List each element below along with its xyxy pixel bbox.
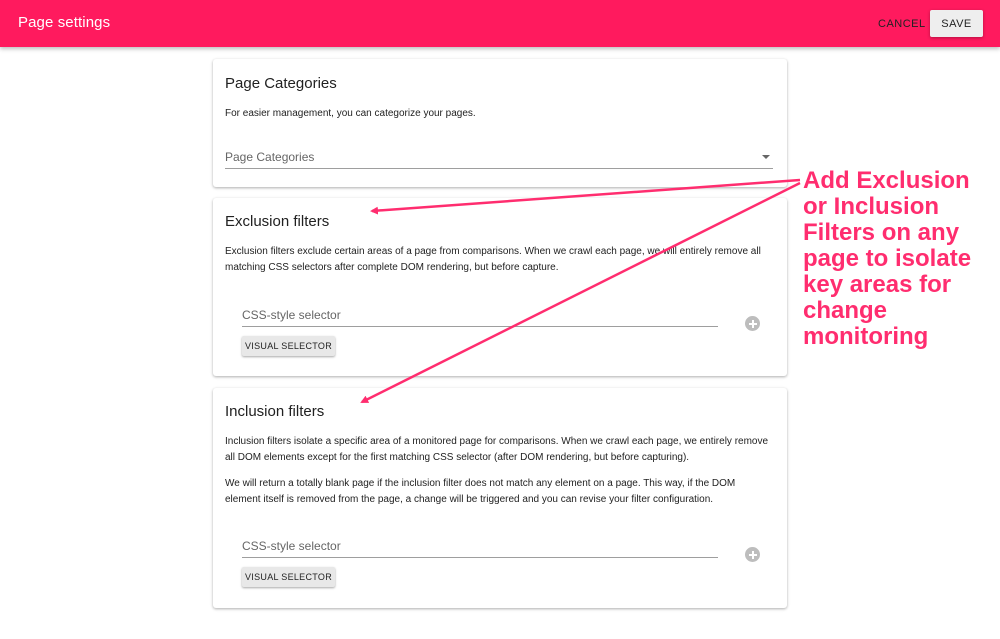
inclusion-visual-selector-button[interactable]: VISUAL SELECTOR [242, 567, 335, 587]
annotation-callout: Add Exclusion or Inclusion Filters on an… [803, 167, 972, 350]
exclusion-filters-title: Exclusion filters [225, 213, 330, 230]
inclusion-filters-description-2: We will return a totally blank page if t… [225, 478, 736, 505]
page-title: Page settings [18, 14, 111, 31]
inclusion-selector-input[interactable] [242, 534, 718, 558]
exclusion-filters-card: Exclusion filters Exclusion filters excl… [213, 198, 787, 376]
inclusion-filters-card: Inclusion filters Inclusion filters isol… [213, 388, 787, 608]
page-categories-select[interactable]: Page Categories [225, 147, 773, 169]
exclusion-visual-selector-button[interactable]: VISUAL SELECTOR [242, 336, 335, 356]
page-categories-card: Page Categories For easier management, y… [213, 59, 787, 187]
exclusion-filters-description: Exclusion filters exclude certain areas … [225, 246, 761, 273]
inclusion-filters-title: Inclusion filters [225, 403, 325, 420]
app-bar: Page settings CANCEL SAVE [0, 0, 1000, 47]
add-circle-icon[interactable] [745, 547, 760, 562]
page-categories-select-label: Page Categories [225, 150, 315, 164]
exclusion-selector-input[interactable] [242, 303, 718, 327]
cancel-button[interactable]: CANCEL [872, 12, 932, 36]
inclusion-filters-description-1: Inclusion filters isolate a specific are… [225, 436, 769, 463]
save-button[interactable]: SAVE [930, 10, 983, 37]
page-categories-description: For easier management, you can categoriz… [225, 108, 476, 119]
page-categories-title: Page Categories [225, 75, 337, 92]
add-circle-icon[interactable] [745, 316, 760, 331]
caret-down-icon [762, 155, 770, 159]
